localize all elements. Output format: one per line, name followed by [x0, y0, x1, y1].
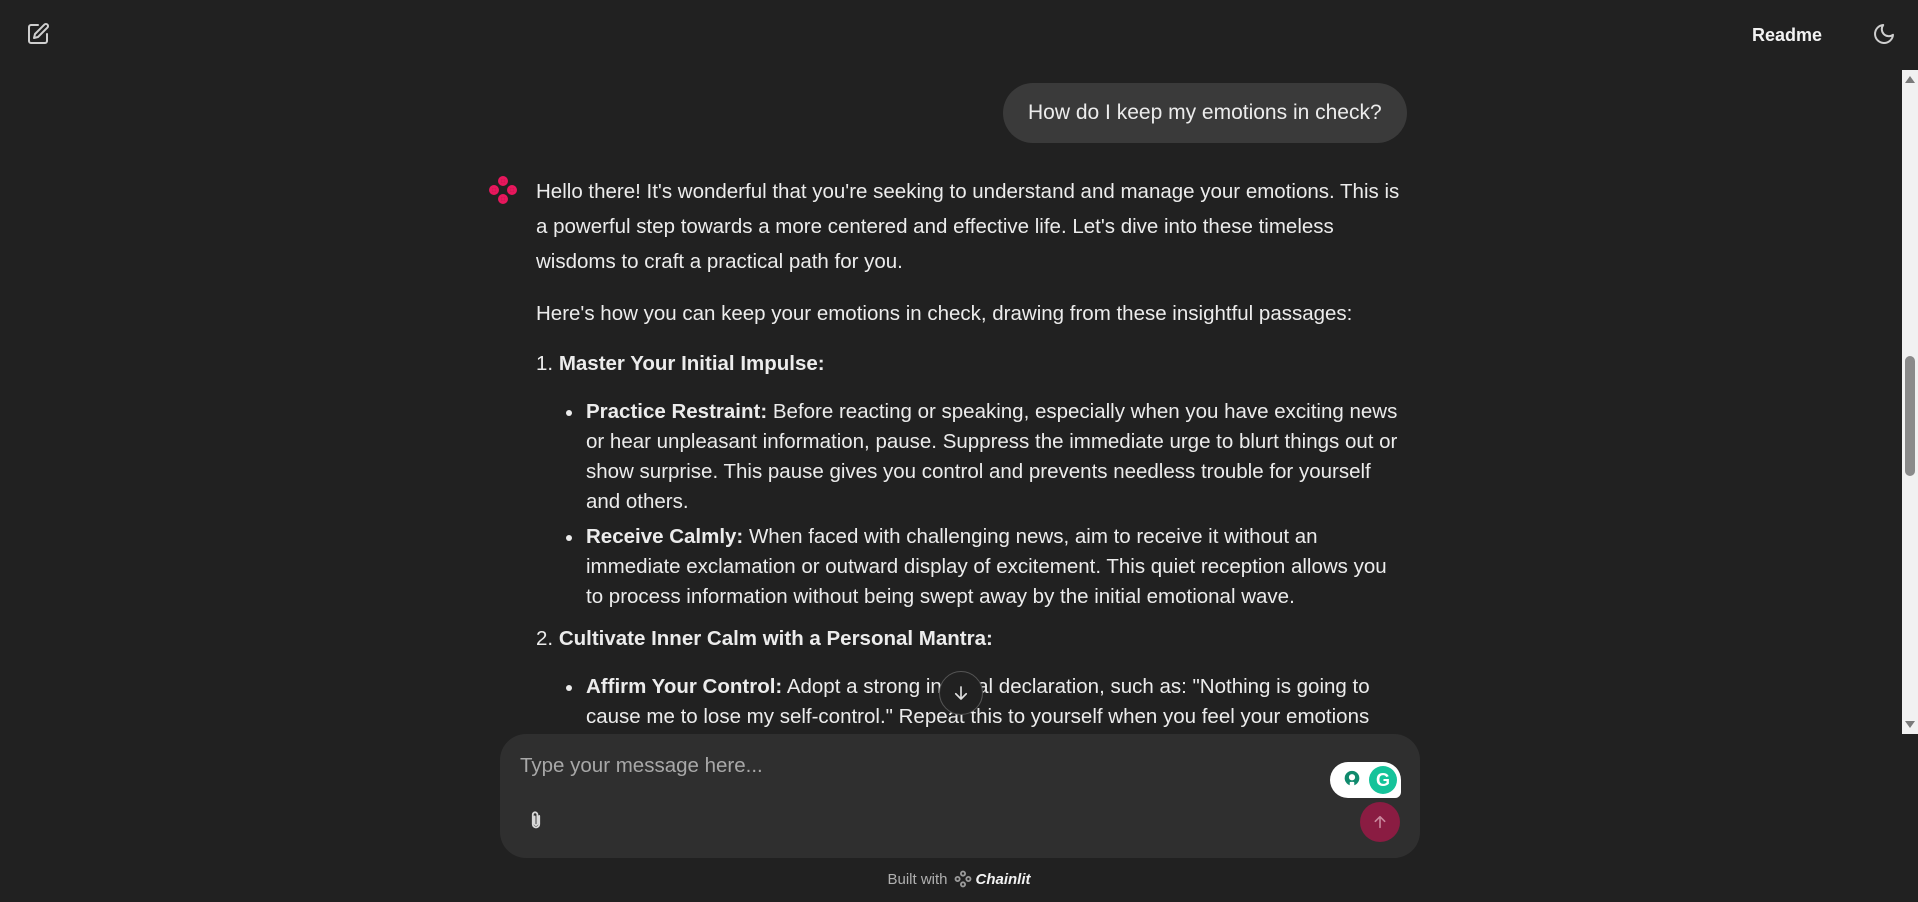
- scroll-up-arrow-icon[interactable]: [1905, 76, 1915, 83]
- list-item: Practice Restraint: Before reacting or s…: [566, 397, 1406, 517]
- scrollbar[interactable]: [1902, 70, 1918, 734]
- chainlit-logo-icon: [489, 176, 517, 204]
- assistant-intro: Hello there! It's wonderful that you're …: [536, 180, 1400, 273]
- arrow-down-icon: [954, 686, 968, 700]
- assistant-intro-2: Here's how you can keep your emotions in…: [536, 302, 1353, 325]
- scroll-to-bottom-button[interactable]: [939, 671, 983, 715]
- chainlit-brand-link[interactable]: Chainlit: [954, 870, 1031, 888]
- message-input[interactable]: [520, 748, 1320, 784]
- brand-name: Chainlit: [975, 870, 1031, 888]
- lightbulb-icon[interactable]: [1340, 768, 1364, 792]
- assistant-message: Hello there! It's wonderful that you're …: [536, 174, 1406, 734]
- section-title-text: Master Your Initial Impulse:: [558, 352, 825, 375]
- grammarly-logo-icon[interactable]: G: [1369, 766, 1397, 794]
- section-number: 2.: [536, 627, 554, 650]
- chat-messages[interactable]: How do I keep my emotions in check? Hell…: [0, 70, 1902, 734]
- list-item: Receive Calmly: When faced with challeng…: [566, 522, 1406, 612]
- section-title: 2. Cultivate Inner Calm with a Personal …: [536, 624, 1406, 654]
- scroll-down-arrow-icon[interactable]: [1905, 721, 1915, 728]
- built-with-label: Built with: [887, 870, 948, 888]
- chainlit-logo-icon: [954, 870, 971, 888]
- theme-toggle-button[interactable]: [1866, 16, 1902, 52]
- user-message-text: How do I keep my emotions in check?: [1028, 101, 1382, 124]
- paperclip-icon: [531, 811, 541, 829]
- footer: Built with Chainlit: [0, 868, 1918, 890]
- list-item: Affirm Your Control: Adopt a strong inte…: [566, 672, 1406, 732]
- user-message-bubble: How do I keep my emotions in check?: [1003, 83, 1407, 143]
- section-title: 1. Master Your Initial Impulse:: [536, 349, 1406, 379]
- new-chat-button[interactable]: [20, 16, 56, 52]
- arrow-up-icon: [1374, 815, 1386, 829]
- edit-square-icon: [28, 23, 49, 44]
- message-composer: G: [500, 734, 1420, 858]
- bullet-heading: Affirm Your Control:: [586, 675, 783, 698]
- top-bar: Readme: [0, 0, 1918, 70]
- moon-icon: [1874, 24, 1894, 44]
- grammarly-widget[interactable]: G: [1330, 762, 1401, 798]
- readme-button[interactable]: Readme: [1752, 20, 1822, 50]
- send-button[interactable]: [1360, 802, 1400, 842]
- section-title-text: Cultivate Inner Calm with a Personal Man…: [558, 627, 993, 650]
- bullet-list: Practice Restraint: Before reacting or s…: [536, 397, 1406, 612]
- bullet-heading: Practice Restraint:: [586, 400, 768, 423]
- section-number: 1.: [536, 352, 554, 375]
- assistant-avatar: [488, 175, 518, 205]
- bullet-heading: Receive Calmly:: [586, 525, 744, 548]
- attach-file-button[interactable]: [520, 804, 552, 838]
- scrollbar-thumb[interactable]: [1905, 356, 1915, 476]
